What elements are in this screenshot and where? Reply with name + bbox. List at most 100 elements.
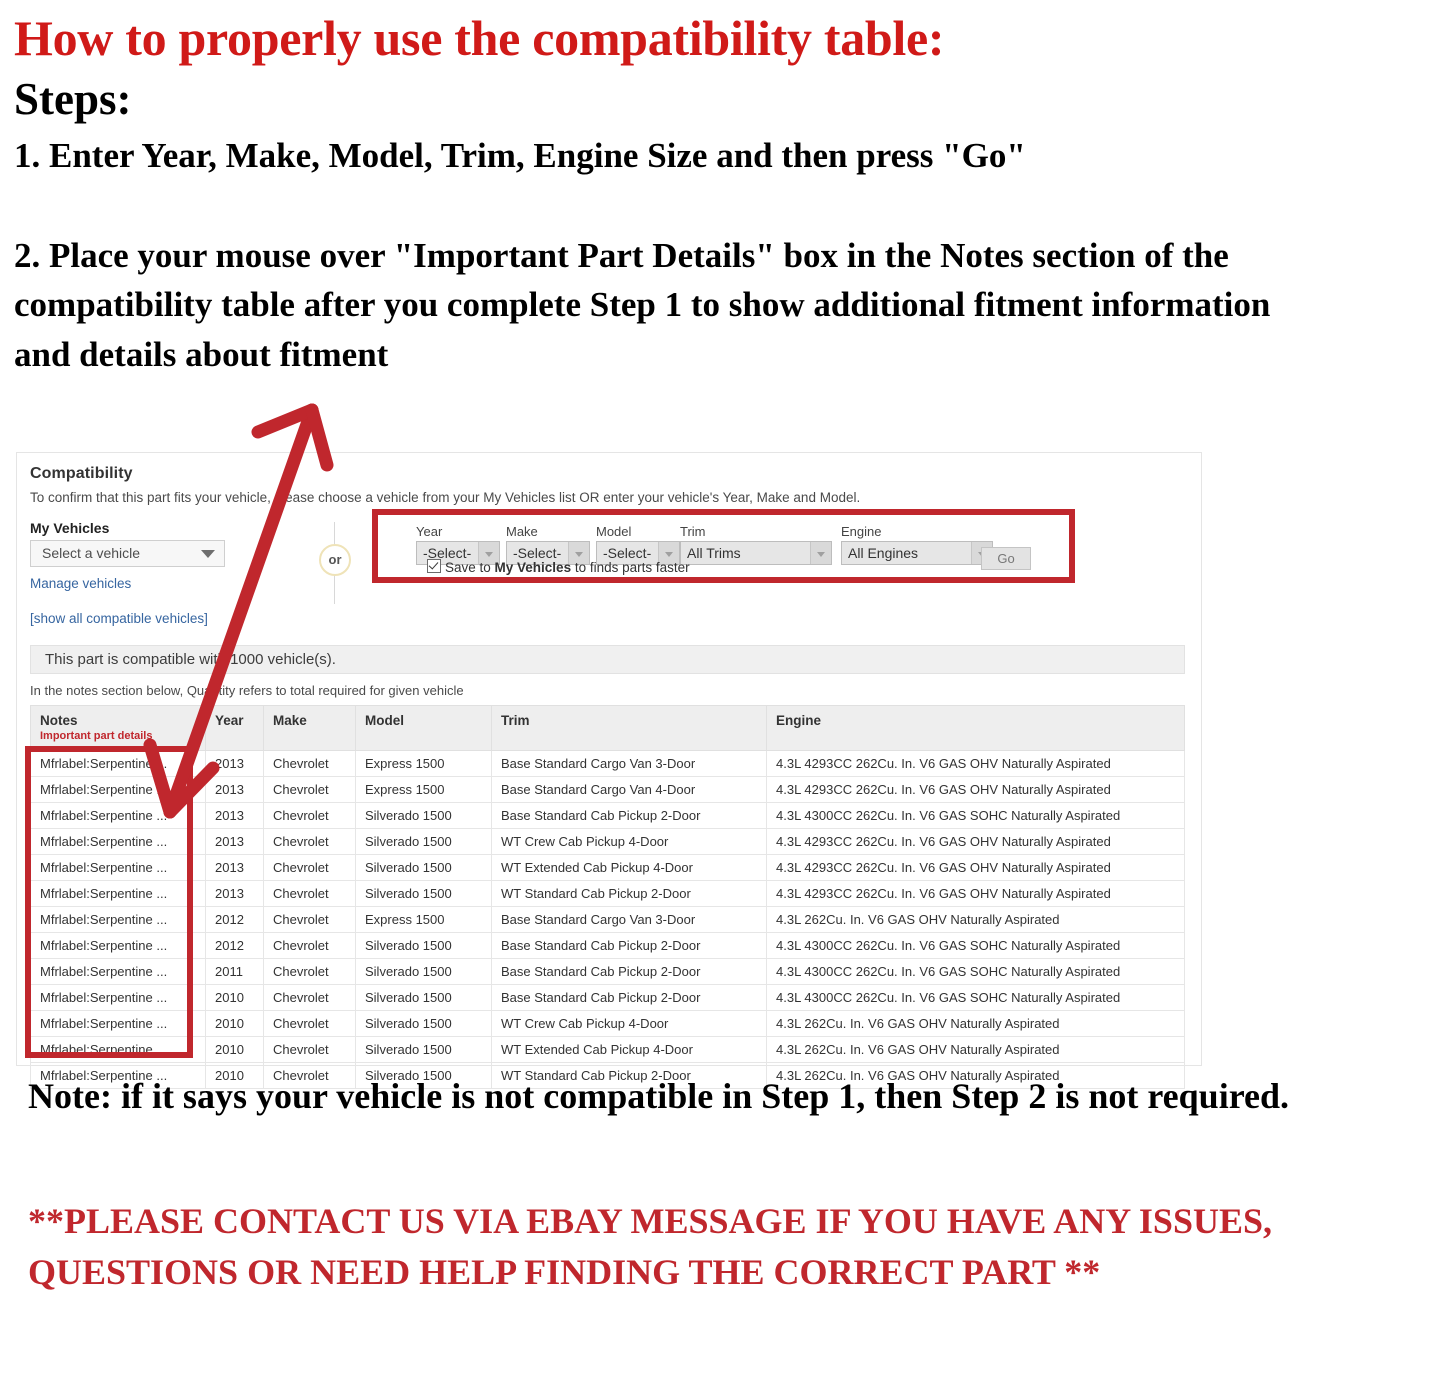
table-row[interactable]: Mfrlabel:Serpentine ... 2012 Chevrolet Silv… xyxy=(30,932,1185,959)
cell-model: Silverado 1500 xyxy=(355,828,492,855)
cell-notes: Mfrlabel:Serpentine ... xyxy=(30,802,206,829)
cell-trim: Base Standard Cab Pickup 2-Door xyxy=(491,984,767,1011)
cell-make: Chevrolet xyxy=(263,828,356,855)
save-text-bold: My Vehicles xyxy=(494,560,572,575)
cell-make: Chevrolet xyxy=(263,984,356,1011)
save-vehicle-checkbox[interactable] xyxy=(427,559,441,573)
table-row[interactable]: Mfrlabel:Serpentine ... 2012 Chevrolet Expr… xyxy=(30,906,1185,933)
column-header-year[interactable]: Year xyxy=(205,705,264,751)
cell-trim: Base Standard Cab Pickup 2-Door xyxy=(491,802,767,829)
cell-engine: 4.3L 262Cu. In. V6 GAS OHV Naturally Asp… xyxy=(766,1010,1185,1037)
table-row[interactable]: Mfrlabel:Serpentine ... 2013 Chevrolet Silv… xyxy=(30,802,1185,829)
trim-field: Trim All Trims xyxy=(680,524,832,565)
cell-model: Silverado 1500 xyxy=(355,854,492,881)
cell-make: Chevrolet xyxy=(263,906,356,933)
table-head: Notes Important part details Year Make M… xyxy=(30,705,1185,751)
column-header-notes-label: Notes xyxy=(40,713,78,728)
engine-select[interactable]: All Engines xyxy=(841,541,993,565)
go-button[interactable]: Go xyxy=(981,547,1031,570)
cell-trim: WT Extended Cab Pickup 4-Door xyxy=(491,1036,767,1063)
table-body: Mfrlabel:Serpentine ... 2013 Chevrolet Expr… xyxy=(30,750,1185,1089)
table-row[interactable]: Mfrlabel:Serpentine ... 2013 Chevrolet Silv… xyxy=(30,880,1185,907)
cell-engine: 4.3L 262Cu. In. V6 GAS OHV Naturally Asp… xyxy=(766,1036,1185,1063)
model-label: Model xyxy=(596,524,632,539)
cell-trim: WT Standard Cab Pickup 2-Door xyxy=(491,880,767,907)
column-header-trim[interactable]: Trim xyxy=(491,705,767,751)
engine-label: Engine xyxy=(841,524,882,539)
column-header-model[interactable]: Model xyxy=(355,705,492,751)
step-2-text: 2. Place your mouse over "Important Part… xyxy=(14,235,1271,375)
table-row[interactable]: Mfrlabel:Serpentine ... 2010 Chevrolet Silv… xyxy=(30,1036,1185,1063)
engine-value: All Engines xyxy=(848,545,919,561)
cell-year: 2010 xyxy=(205,1036,264,1063)
table-header-row: Notes Important part details Year Make M… xyxy=(30,705,1185,751)
cell-model: Silverado 1500 xyxy=(355,932,492,959)
save-text-before: Save to xyxy=(445,560,495,575)
column-header-make[interactable]: Make xyxy=(263,705,356,751)
engine-field: Engine All Engines xyxy=(841,524,993,565)
cell-model: Silverado 1500 xyxy=(355,880,492,907)
my-vehicles-select[interactable]: Select a vehicle xyxy=(30,540,225,567)
my-vehicles-value: Select a vehicle xyxy=(42,545,141,561)
cell-year: 2010 xyxy=(205,984,264,1011)
steps-label: Steps: xyxy=(14,74,132,124)
or-badge-label: or xyxy=(319,544,351,576)
column-header-engine[interactable]: Engine xyxy=(766,705,1185,751)
cell-engine: 4.3L 4300CC 262Cu. In. V6 GAS SOHC Natur… xyxy=(766,802,1185,829)
table-row[interactable]: Mfrlabel:Serpentine ... 2010 Chevrolet Silv… xyxy=(30,984,1185,1011)
cell-engine: 4.3L 262Cu. In. V6 GAS OHV Naturally Asp… xyxy=(766,906,1185,933)
cell-year: 2013 xyxy=(205,880,264,907)
table-row[interactable]: Mfrlabel:Serpentine ... 2013 Chevrolet Silv… xyxy=(30,828,1185,855)
cell-year: 2013 xyxy=(205,802,264,829)
cell-notes: Mfrlabel:Serpentine ... xyxy=(30,1010,206,1037)
show-all-compatible-vehicles-link[interactable]: [show all compatible vehicles] xyxy=(30,611,208,626)
chevron-down-icon xyxy=(201,550,215,558)
table-row[interactable]: Mfrlabel:Serpentine ... 2010 Chevrolet Silv… xyxy=(30,1010,1185,1037)
cell-model: Express 1500 xyxy=(355,906,492,933)
cell-make: Chevrolet xyxy=(263,1010,356,1037)
cell-trim: WT Crew Cab Pickup 4-Door xyxy=(491,828,767,855)
cell-make: Chevrolet xyxy=(263,802,356,829)
cell-make: Chevrolet xyxy=(263,854,356,881)
cell-engine: 4.3L 4300CC 262Cu. In. V6 GAS SOHC Natur… xyxy=(766,984,1185,1011)
manage-vehicles-link[interactable]: Manage vehicles xyxy=(30,576,131,591)
cell-model: Silverado 1500 xyxy=(355,1010,492,1037)
cell-engine: 4.3L 4300CC 262Cu. In. V6 GAS SOHC Natur… xyxy=(766,932,1185,959)
compatibility-table: Notes Important part details Year Make M… xyxy=(30,705,1185,1089)
save-to-my-vehicles-row[interactable]: Save to My Vehicles to finds parts faste… xyxy=(427,559,690,575)
cell-notes: Mfrlabel:Serpentine ... xyxy=(30,906,206,933)
save-text-after: to finds parts faster xyxy=(571,560,690,575)
column-header-notes[interactable]: Notes Important part details xyxy=(30,705,206,751)
page-title: How to properly use the compatibility ta… xyxy=(14,10,945,66)
table-row[interactable]: Mfrlabel:Serpentine ... 2013 Chevrolet Expr… xyxy=(30,750,1185,777)
cell-model: Silverado 1500 xyxy=(355,984,492,1011)
my-vehicles-label: My Vehicles xyxy=(30,520,110,536)
notes-quantity-hint: In the notes section below, Quantity ref… xyxy=(30,683,464,698)
cell-notes: Mfrlabel:Serpentine ... xyxy=(30,854,206,881)
or-divider: or xyxy=(313,522,357,604)
cell-make: Chevrolet xyxy=(263,750,356,777)
footer-contact-note: **PLEASE CONTACT US VIA EBAY MESSAGE IF … xyxy=(28,1201,1273,1293)
table-row[interactable]: Mfrlabel:Serpentine ... 2013 Chevrolet Silv… xyxy=(30,854,1185,881)
cell-year: 2012 xyxy=(205,906,264,933)
step-1-text: 1. Enter Year, Make, Model, Trim, Engine… xyxy=(14,135,1026,175)
cell-make: Chevrolet xyxy=(263,776,356,803)
year-label: Year xyxy=(416,524,443,539)
cell-trim: Base Standard Cargo Van 3-Door xyxy=(491,906,767,933)
trim-select[interactable]: All Trims xyxy=(680,541,832,565)
cell-engine: 4.3L 4300CC 262Cu. In. V6 GAS SOHC Natur… xyxy=(766,958,1185,985)
table-row[interactable]: Mfrlabel:Serpentine ... 2011 Chevrolet Silv… xyxy=(30,958,1185,985)
cell-trim: WT Extended Cab Pickup 4-Door xyxy=(491,854,767,881)
cell-model: Silverado 1500 xyxy=(355,1036,492,1063)
table-row[interactable]: Mfrlabel:Serpentine ... 2013 Chevrolet Expr… xyxy=(30,776,1185,803)
cell-notes: Mfrlabel:Serpentine ... xyxy=(30,1036,206,1063)
compatibility-panel: Compatibility To confirm that this part … xyxy=(16,452,1202,1089)
cell-model: Express 1500 xyxy=(355,750,492,777)
cell-make: Chevrolet xyxy=(263,880,356,907)
cell-engine: 4.3L 4293CC 262Cu. In. V6 GAS OHV Natura… xyxy=(766,776,1185,803)
cell-notes: Mfrlabel:Serpentine ... xyxy=(30,880,206,907)
cell-year: 2013 xyxy=(205,828,264,855)
cell-year: 2012 xyxy=(205,932,264,959)
cell-notes: Mfrlabel:Serpentine ... xyxy=(30,958,206,985)
cell-model: Silverado 1500 xyxy=(355,958,492,985)
